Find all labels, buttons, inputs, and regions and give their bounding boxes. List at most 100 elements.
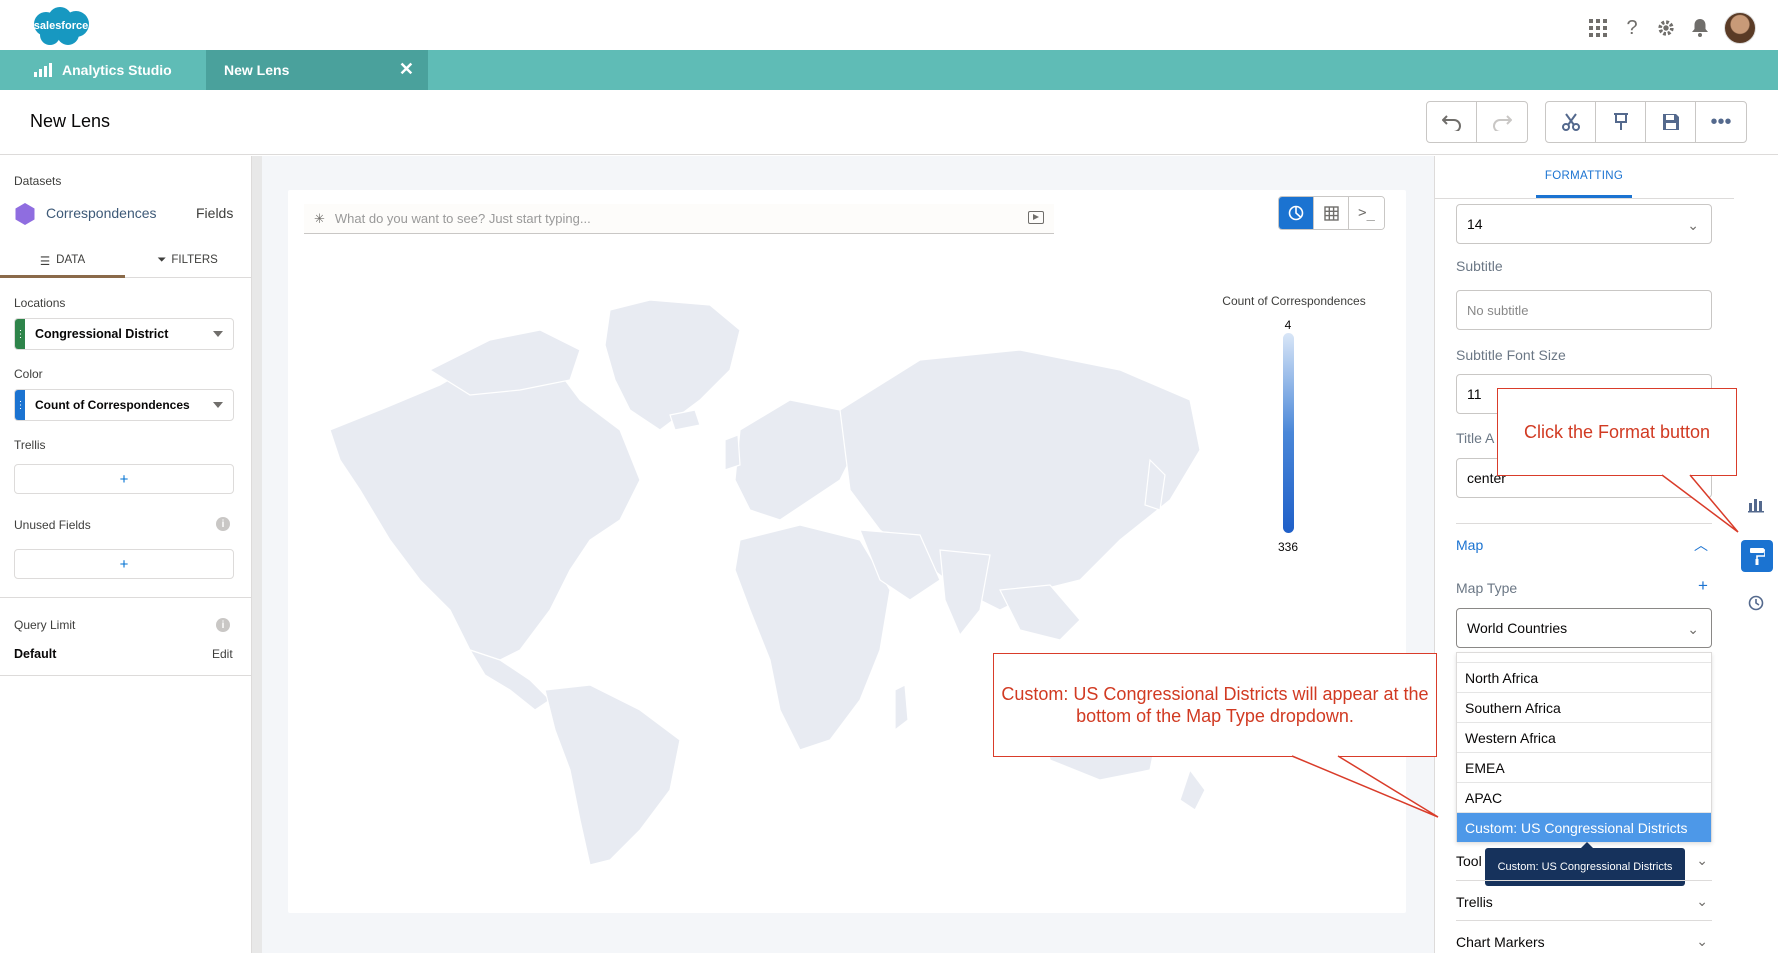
chart-types-icon[interactable] [1748, 497, 1764, 516]
trellis-section-label: Trellis [1456, 893, 1493, 910]
map-region-southeast-asia [999, 584, 1081, 641]
redo-button[interactable] [1477, 102, 1527, 142]
grip-icon[interactable]: ⋮ [15, 390, 26, 420]
tab-formatting[interactable]: FORMATTING [1536, 156, 1632, 198]
analytics-bars-icon [34, 63, 52, 77]
sparkle-icon: ✳ [314, 210, 325, 226]
chart-markers-section-label: Chart Markers [1456, 933, 1545, 950]
tab-data[interactable]: ☰ DATA [0, 252, 125, 278]
left-panel-scrollbar[interactable] [252, 156, 262, 953]
salesforce-logo[interactable]: salesforce [28, 6, 94, 48]
unused-fields-add-button[interactable]: + [14, 549, 234, 579]
undo-button[interactable] [1427, 102, 1477, 142]
user-avatar[interactable] [1724, 12, 1756, 44]
help-icon[interactable]: ? [1622, 17, 1642, 39]
tab-new-lens[interactable]: New Lens ✕ [206, 50, 428, 90]
history-icon[interactable] [1748, 595, 1764, 614]
title-alignment-label: Title A [1456, 430, 1495, 446]
color-value: Count of Correspondences [35, 398, 190, 412]
format-button-callout: Click the Format button [1497, 388, 1737, 476]
chart-view-button[interactable] [1279, 197, 1314, 229]
map-type-label: Map Type [1456, 580, 1518, 596]
search-bar[interactable]: ✳ What do you want to see? Just start ty… [304, 204, 1054, 234]
map-region-uk [724, 434, 741, 471]
app-launcher-icon[interactable] [1588, 17, 1608, 39]
legend-min-label: 4 [1284, 318, 1292, 332]
gear-icon[interactable] [1656, 17, 1676, 39]
legend-max-label: 336 [1277, 540, 1299, 554]
pin-button[interactable] [1596, 102, 1646, 142]
query-limit-label: Query Limit [14, 618, 76, 632]
map-section-header[interactable]: Map ︿ [1456, 535, 1712, 555]
callout-pointer [1291, 755, 1439, 818]
format-button[interactable] [1741, 540, 1773, 572]
saql-view-button[interactable]: >_ [1349, 197, 1384, 229]
global-header [0, 0, 1778, 50]
table-view-button[interactable] [1314, 197, 1349, 229]
option-western-africa[interactable]: Western Africa [1457, 723, 1711, 753]
paint-roller-icon [1750, 548, 1765, 565]
chevron-down-icon: ⌄ [1696, 933, 1708, 949]
tab-app-label: Analytics Studio [62, 62, 172, 78]
map-region-madagascar [894, 684, 909, 732]
filter-icon: ⏷ [157, 254, 167, 266]
header-icons: ? [1588, 12, 1756, 44]
chart-markers-section-header[interactable]: Chart Markers ⌄ [1456, 933, 1712, 950]
save-button[interactable] [1646, 102, 1696, 142]
tab-filters[interactable]: ⏷ FILTERS [125, 252, 250, 278]
logo-text: salesforce [33, 20, 89, 32]
map-region-new-zealand [1179, 768, 1206, 811]
grip-icon[interactable]: ⋮ [15, 319, 26, 349]
map-type-value: World Countries [1467, 620, 1568, 636]
option-southern-africa[interactable]: Southern Africa [1457, 693, 1711, 723]
list-icon: ☰ [39, 256, 51, 268]
subtitle-font-size-value: 11 [1467, 386, 1482, 402]
legend-color-scale [1283, 333, 1294, 533]
option-emea[interactable]: EMEA [1457, 753, 1711, 783]
view-toggle: >_ [1278, 196, 1385, 230]
undo-redo-group [1426, 101, 1528, 143]
world-map[interactable] [320, 290, 1220, 870]
unused-fields-label: Unused Fields [14, 518, 91, 532]
map-section-label: Map [1456, 537, 1484, 553]
dataset-name[interactable]: Correspondences [46, 205, 157, 221]
locations-field-pill[interactable]: ⋮ Congressional District [14, 318, 234, 350]
trellis-label: Trellis [14, 438, 46, 452]
chevron-down-icon: ⌄ [1687, 621, 1699, 637]
subtitle-input[interactable]: No subtitle [1456, 290, 1712, 330]
clip-button[interactable] [1546, 102, 1596, 142]
color-field-pill[interactable]: ⋮ Count of Correspondences [14, 389, 234, 421]
color-label: Color [14, 367, 43, 381]
tab-analytics-studio[interactable]: Analytics Studio [0, 50, 206, 90]
info-icon[interactable]: i [216, 517, 230, 531]
option-apac[interactable]: APAC [1457, 783, 1711, 813]
info-icon[interactable]: i [216, 618, 230, 632]
option-custom-us-congressional-districts[interactable]: Custom: US Congressional Districts [1457, 813, 1711, 843]
caret-down-icon[interactable] [213, 402, 223, 408]
divider [1434, 198, 1734, 199]
subtitle-font-size-label: Subtitle Font Size [1456, 347, 1566, 363]
dropdown-callout-text: Custom: US Congressional Districts will … [1001, 683, 1429, 727]
option-north-africa[interactable]: North Africa [1457, 663, 1711, 693]
datasets-label: Datasets [14, 174, 62, 188]
more-actions-button[interactable]: ••• [1696, 102, 1746, 142]
trellis-add-button[interactable]: + [14, 464, 234, 494]
bell-icon[interactable] [1690, 17, 1710, 39]
locations-label: Locations [14, 296, 66, 310]
query-limit-value: Default [14, 647, 57, 661]
video-icon[interactable] [1028, 211, 1044, 224]
subtitle-label: Subtitle [1456, 258, 1503, 274]
add-map-type-icon[interactable]: + [1698, 576, 1708, 596]
title-font-size-select[interactable]: 14 ⌄ [1456, 204, 1712, 244]
map-region-greenland [604, 299, 741, 431]
caret-down-icon[interactable] [213, 331, 223, 337]
fields-link[interactable]: Fields [196, 205, 233, 221]
trellis-section-header[interactable]: Trellis ⌄ [1456, 893, 1712, 910]
map-region-central-america [468, 648, 551, 711]
callout-pointer [1661, 474, 1739, 533]
close-tab-icon[interactable]: ✕ [399, 60, 414, 78]
divider [1456, 880, 1712, 881]
map-type-select[interactable]: World Countries ⌄ [1456, 608, 1712, 648]
map-region-africa [734, 524, 891, 751]
edit-query-limit-link[interactable]: Edit [212, 647, 233, 661]
